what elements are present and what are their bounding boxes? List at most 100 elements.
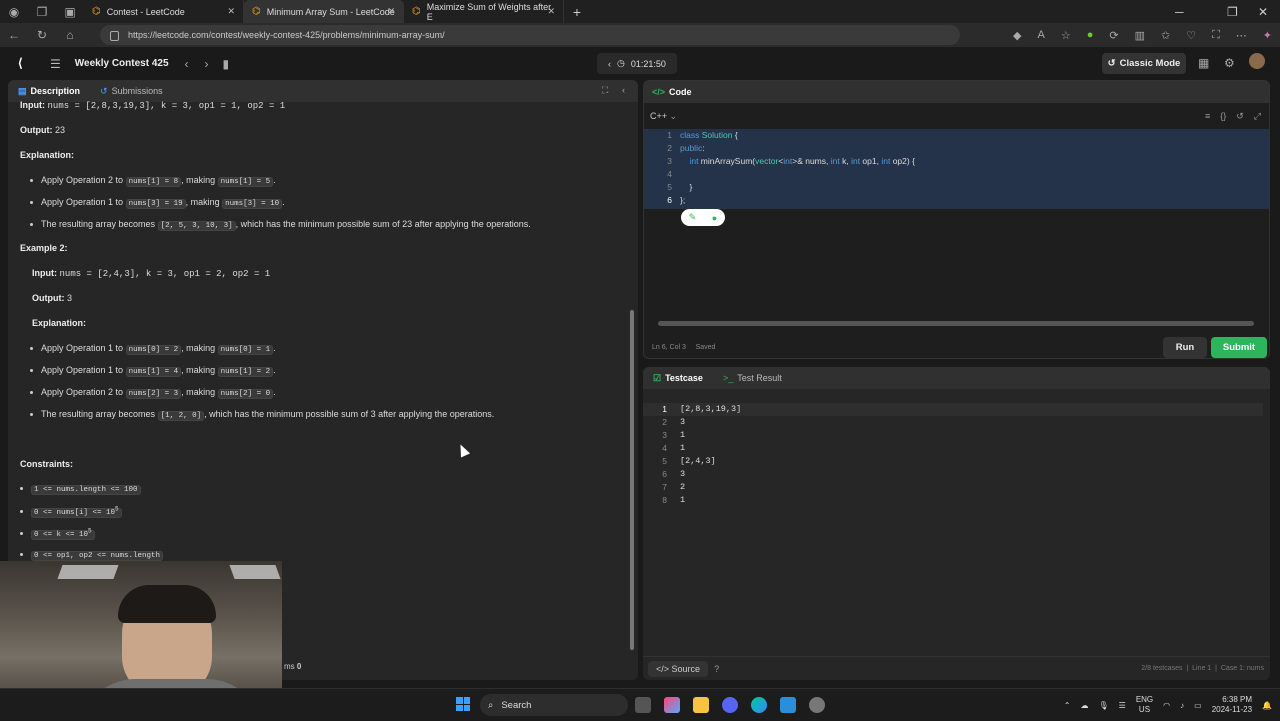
address-bar: ← ↻ ⌂ https://leetcode.com/contest/weekl… xyxy=(0,23,1280,47)
copilot-icon[interactable]: ✦ xyxy=(1263,29,1272,42)
chevron-up-icon[interactable]: ⌃ xyxy=(1064,701,1071,710)
language-indicator[interactable]: ENG US xyxy=(1136,695,1153,715)
tab-submissions[interactable]: ↺ Submissions xyxy=(90,86,173,97)
favorite-star-icon[interactable]: ☆ xyxy=(1061,29,1071,42)
timer-value: 01:21:50 xyxy=(630,58,666,69)
tab-testcase[interactable]: ☑ Testcase xyxy=(643,373,713,384)
copilot-icon[interactable] xyxy=(664,697,680,713)
problem-list-icon[interactable]: ☰ xyxy=(50,57,61,71)
refresh-icon[interactable]: ↻ xyxy=(28,28,56,42)
format-icon[interactable]: ≡ xyxy=(1205,111,1210,122)
close-tab-icon[interactable]: ✕ xyxy=(547,6,555,17)
footer-stats: ms 0 xyxy=(284,662,302,671)
clock[interactable]: 6:38 PM 2024-11-23 xyxy=(1212,695,1252,715)
edit-icon[interactable]: ✎ xyxy=(689,212,697,223)
edge-icon[interactable] xyxy=(751,697,767,713)
testcase-status: 2/8 testcases | Line 1 | Case 1: nums xyxy=(1141,665,1264,672)
tab-test-result[interactable]: >_ Test Result xyxy=(713,373,792,383)
run-button[interactable]: Run xyxy=(1163,337,1207,358)
testcase-line: 31 xyxy=(662,430,686,440)
task-view-icon[interactable] xyxy=(635,697,651,713)
help-icon[interactable]: ? xyxy=(714,664,719,674)
settings-gear-icon[interactable]: ⚙ xyxy=(1224,56,1235,70)
leetcode-favicon-icon: ⌬ xyxy=(92,6,101,17)
classic-mode-button[interactable]: ↺ Classic Mode xyxy=(1102,53,1186,74)
collapse-panel-icon[interactable]: ‹ xyxy=(622,85,625,95)
vscode-icon[interactable] xyxy=(780,697,796,713)
microphone-icon[interactable]: 🎙 xyxy=(1098,701,1108,710)
layout-icon[interactable]: ▦ xyxy=(1198,56,1209,70)
ranking-icon[interactable]: ▮ xyxy=(223,57,230,71)
back-icon[interactable]: ← xyxy=(0,28,28,42)
chevron-down-icon: ⌄ xyxy=(669,111,678,121)
minimize-window-button[interactable]: ─ xyxy=(1175,0,1184,23)
submit-button[interactable]: Submit xyxy=(1211,337,1267,358)
restore-window-button[interactable]: ❐ xyxy=(1227,0,1238,23)
discord-icon[interactable] xyxy=(722,697,738,713)
leetcode-header: ⟨ ☰ Weekly Contest 425 ‹ › ▮ ‹ ◷ 01:21:5… xyxy=(0,47,1280,80)
code-horizontal-scrollbar[interactable] xyxy=(658,321,1254,326)
wifi-icon[interactable]: ◠ xyxy=(1163,701,1170,710)
testcase-line: 23 xyxy=(662,417,686,427)
battery-icon[interactable]: ▭ xyxy=(1194,701,1202,710)
network-icon[interactable]: ☰ xyxy=(1119,701,1126,710)
description-scrollbar[interactable] xyxy=(630,110,634,670)
notification-icon[interactable]: 🔔 xyxy=(1262,701,1272,710)
extension-icon[interactable]: ◆ xyxy=(1013,29,1021,42)
browser-tab-minimum-array-sum[interactable]: ⌬ Minimum Array Sum - LeetCode ✕ xyxy=(244,0,404,23)
taskbar-search[interactable]: ⌕ Search xyxy=(480,694,628,716)
close-tab-icon[interactable]: ✕ xyxy=(227,6,235,17)
onedrive-icon[interactable]: ☁ xyxy=(1080,701,1088,710)
workspaces-icon[interactable]: ❐ xyxy=(28,0,56,23)
source-button[interactable]: </> Source xyxy=(648,660,709,677)
contest-title[interactable]: Weekly Contest 425 xyxy=(75,58,169,69)
example2-output: Output: 3 xyxy=(32,293,73,303)
leetcode-logo-icon[interactable]: ⟨ xyxy=(18,56,32,72)
profile-icon[interactable]: ◉ xyxy=(0,0,28,23)
volume-icon[interactable]: ♪ xyxy=(1180,701,1184,710)
screenshot-icon[interactable]: ⛶ xyxy=(1212,29,1220,42)
tab-description[interactable]: ▤ Description xyxy=(8,86,90,97)
obs-icon[interactable] xyxy=(809,697,825,713)
file-explorer-icon[interactable] xyxy=(693,697,709,713)
ai-assist-widget[interactable]: ✎ ● xyxy=(681,209,725,226)
close-tab-icon[interactable]: ✕ xyxy=(387,6,395,17)
language-select[interactable]: C++ ⌄ xyxy=(650,111,677,122)
split-screen-icon[interactable]: ▥ xyxy=(1135,29,1145,42)
extension-green-icon[interactable]: ● xyxy=(1087,29,1094,41)
windows-start-icon[interactable] xyxy=(456,697,470,711)
contest-timer[interactable]: ‹ ◷ 01:21:50 xyxy=(597,53,677,74)
sync-icon[interactable]: ⟳ xyxy=(1109,29,1118,42)
browser-tab-maximize-sum[interactable]: ⌬ Maximize Sum of Weights after E ✕ xyxy=(404,0,564,23)
prev-problem-icon[interactable]: ‹ xyxy=(185,57,189,71)
editor-tools: ≡ {} ↺ ⤢ xyxy=(1205,111,1261,122)
avatar[interactable] xyxy=(1249,53,1265,69)
testcase-line: 72 xyxy=(662,482,686,492)
example2-input: Input: nums = [2,4,3], k = 3, op1 = 2, o… xyxy=(32,268,271,279)
list-item: The resulting array becomes [2, 5, 3, 10… xyxy=(30,219,531,231)
testcase-line: 41 xyxy=(662,443,686,453)
undo-icon: ↺ xyxy=(1107,58,1116,69)
favorites-icon[interactable]: ✩ xyxy=(1161,29,1170,42)
url-field[interactable]: https://leetcode.com/contest/weekly-cont… xyxy=(100,25,960,45)
reset-icon[interactable]: ↺ xyxy=(1236,111,1244,122)
browser-essentials-icon[interactable]: ♡ xyxy=(1186,29,1196,42)
read-aloud-icon[interactable]: A xyxy=(1037,29,1044,41)
close-window-button[interactable]: ✕ xyxy=(1258,0,1268,23)
home-icon[interactable]: ⌂ xyxy=(56,28,84,42)
scroll-thumb[interactable] xyxy=(630,310,634,650)
hint-icon[interactable]: ● xyxy=(712,213,717,223)
braces-icon[interactable]: {} xyxy=(1220,111,1226,122)
maximize-icon[interactable]: ⛶ xyxy=(602,85,608,96)
panel-tabs: ▤ Description ↺ Submissions ⛶ ‹ xyxy=(8,80,638,102)
collapse-timer-icon[interactable]: ‹ xyxy=(608,59,611,69)
next-problem-icon[interactable]: › xyxy=(205,57,209,71)
expand-icon[interactable]: ⤢ xyxy=(1254,111,1261,122)
code-editor[interactable]: 1 class Solution { 2 public: 3 int minArra… xyxy=(644,129,1269,209)
new-tab-button[interactable]: + xyxy=(564,4,590,20)
example1-output: Output: 23 xyxy=(20,125,66,135)
more-icon[interactable]: ⋯ xyxy=(1236,29,1247,42)
tab-actions-icon[interactable]: ▣ xyxy=(56,0,84,23)
code-title: Code xyxy=(669,87,692,97)
browser-tab-contest[interactable]: ⌬ Contest - LeetCode ✕ xyxy=(84,0,244,23)
